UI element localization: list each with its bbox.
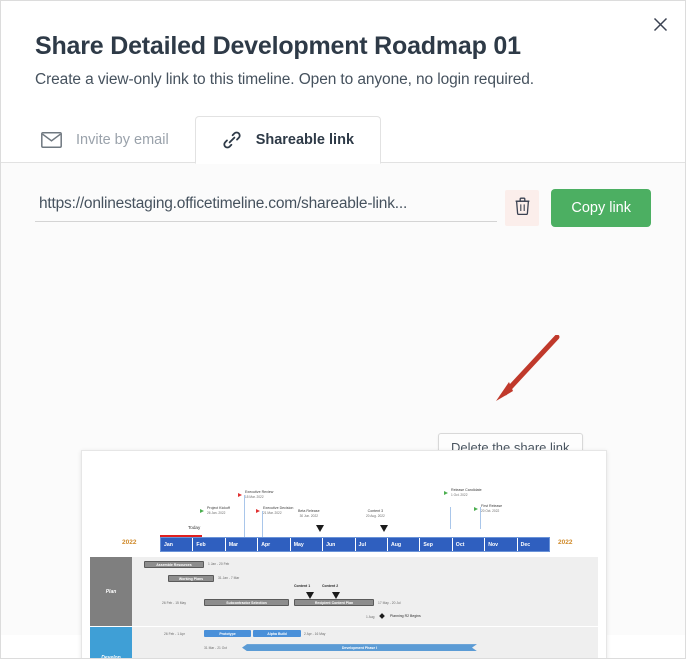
swimlane-plan-label: Plan bbox=[90, 557, 132, 627]
delete-share-link-button[interactable] bbox=[505, 190, 540, 227]
axis-month: Feb bbox=[193, 538, 226, 552]
close-button[interactable] bbox=[645, 9, 675, 39]
timeline-graphic: 2022 2022 Today Jan Feb Mar Apr May Jun … bbox=[82, 451, 606, 659]
envelope-icon bbox=[41, 131, 62, 148]
task-dates: 1 Jan - 20 Feb bbox=[208, 562, 230, 567]
flag-green-icon bbox=[474, 507, 478, 512]
task-dates: 31 Mar - 21 Oct bbox=[204, 646, 227, 651]
close-icon bbox=[653, 17, 668, 32]
milestone-label: Content 3 20 Aug. 2022 bbox=[366, 509, 385, 518]
axis-month: Oct bbox=[453, 538, 486, 552]
triangle-black-icon bbox=[332, 592, 340, 600]
flag-green-icon bbox=[444, 491, 448, 496]
share-dialog: Share Detailed Development Roadmap 01 Cr… bbox=[0, 0, 686, 659]
timeline-year-right: 2022 bbox=[558, 539, 573, 547]
tab-invite-by-email[interactable]: Invite by email bbox=[15, 116, 195, 163]
task-bar[interactable]: Prototype bbox=[204, 630, 251, 638]
task-dates: 2 Apr - 16 May bbox=[304, 632, 326, 637]
axis-month: Jan bbox=[161, 538, 194, 552]
trash-icon bbox=[515, 197, 530, 220]
marker-label: Content 2 bbox=[322, 584, 339, 589]
task-dates: 31 Jan - 7 Mar bbox=[218, 576, 240, 581]
page-title: Share Detailed Development Roadmap 01 bbox=[35, 32, 521, 60]
triangle-black-icon bbox=[380, 525, 388, 533]
task-bar[interactable]: Development Phase I bbox=[242, 644, 477, 651]
milestone-stem bbox=[244, 495, 245, 538]
tab-invite-by-email-label: Invite by email bbox=[76, 131, 169, 148]
timeline-year-left: 2022 bbox=[122, 539, 137, 547]
axis-month: Jul bbox=[356, 538, 388, 552]
task-dates: 26 Feb - 15 May bbox=[162, 601, 187, 606]
axis-month: Mar bbox=[226, 538, 259, 552]
milestone-stem bbox=[450, 507, 451, 530]
annotation-arrow-icon bbox=[488, 334, 560, 406]
timeline-preview[interactable]: 2022 2022 Today Jan Feb Mar Apr May Jun … bbox=[81, 450, 607, 659]
tab-bar: Invite by email Shareable link bbox=[1, 116, 685, 165]
timeline-axis: Jan Feb Mar Apr May Jun Jul Aug Sep Oct … bbox=[160, 537, 550, 553]
milestone-label: Project Kickoff 26 Jan. 2022 bbox=[207, 506, 230, 515]
milestone-label: Executive Decision 21 Mar. 2022 bbox=[263, 506, 294, 515]
axis-month: Nov bbox=[485, 538, 518, 552]
copy-link-button[interactable]: Copy link bbox=[551, 189, 651, 228]
dialog-header: Share Detailed Development Roadmap 01 Cr… bbox=[1, 1, 685, 90]
flag-red-icon bbox=[256, 509, 260, 514]
triangle-black-icon bbox=[316, 525, 324, 533]
task-dates: 26 Feb - 1 Apr bbox=[164, 632, 185, 637]
milestone-label: Executive Review 15 Mar. 2022 bbox=[245, 490, 274, 499]
task-dates: 17 May - 20 Jul bbox=[378, 601, 401, 606]
axis-month: Aug bbox=[388, 538, 421, 552]
swimlane-develop-label: Develop bbox=[90, 627, 132, 658]
share-link-input[interactable]: https://onlinestaging.officetimeline.com… bbox=[39, 195, 497, 213]
marker-date: 1 Aug bbox=[366, 615, 375, 620]
share-panel: https://onlinestaging.officetimeline.com… bbox=[1, 163, 685, 658]
milestone-label: Release Candidate 1 Oct. 2022 bbox=[451, 488, 482, 497]
task-bar[interactable]: Subcontractor Selection bbox=[204, 599, 289, 607]
flag-green-icon bbox=[200, 509, 204, 514]
share-link-row: https://onlinestaging.officetimeline.com… bbox=[1, 163, 685, 228]
axis-month: Apr bbox=[258, 538, 291, 552]
milestone-label: Beta Release 30 Jun. 2022 bbox=[298, 509, 320, 518]
task-bar[interactable]: Working Plans bbox=[168, 575, 214, 583]
task-bar[interactable]: Development Phase II bbox=[384, 658, 456, 659]
axis-month: Sep bbox=[420, 538, 453, 552]
dialog-subtitle: Create a view-only link to this timeline… bbox=[35, 71, 535, 88]
axis-month: Dec bbox=[520, 541, 531, 548]
tab-shareable-link[interactable]: Shareable link bbox=[194, 116, 382, 165]
flag-red-icon bbox=[238, 493, 242, 498]
link-icon bbox=[222, 130, 242, 150]
axis-month: May bbox=[291, 538, 324, 552]
today-label: Today bbox=[188, 525, 201, 531]
share-link-input-wrap[interactable]: https://onlinestaging.officetimeline.com… bbox=[35, 195, 498, 222]
milestone-label: First Release 20 Oct. 2022 bbox=[481, 504, 503, 513]
marker-label: Planning R2 Begins bbox=[390, 614, 421, 619]
tab-shareable-link-label: Shareable link bbox=[255, 132, 355, 149]
axis-month: Jun bbox=[323, 538, 356, 552]
marker-label: Content 1 bbox=[294, 584, 311, 589]
triangle-black-icon bbox=[306, 592, 314, 600]
task-bar[interactable]: Alpha Build bbox=[253, 630, 301, 638]
task-bar[interactable]: Assemble Resources bbox=[144, 561, 204, 569]
task-bar[interactable]: Recipient Content Plan bbox=[294, 599, 374, 607]
milestone-stem bbox=[262, 511, 263, 538]
